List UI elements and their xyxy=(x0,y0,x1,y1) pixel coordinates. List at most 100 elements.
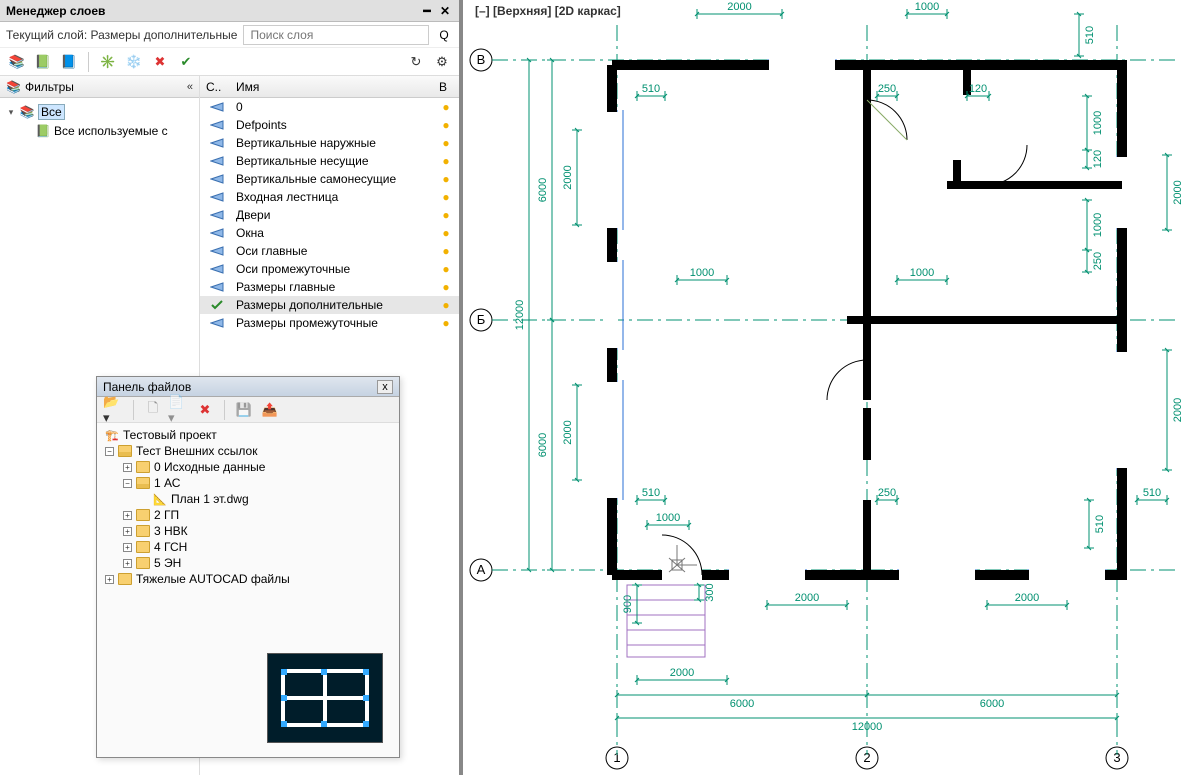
svg-text:1000: 1000 xyxy=(915,1,939,13)
layer-row[interactable]: Размеры главные● xyxy=(200,278,459,296)
filter-used-layers[interactable]: 📗 Все используемые с xyxy=(6,122,193,140)
layer-visibility-icon[interactable]: ● xyxy=(439,244,453,258)
folder-row[interactable]: +3 НВК xyxy=(105,523,391,539)
layer-row[interactable]: Оси промежуточные● xyxy=(200,260,459,278)
layer-visibility-icon[interactable]: ● xyxy=(439,118,453,132)
expand-toggle[interactable]: + xyxy=(123,559,132,568)
layer-name: Вертикальные самонесущие xyxy=(236,172,431,186)
layer-row[interactable]: Двери● xyxy=(200,206,459,224)
refresh-button[interactable]: ↻ xyxy=(405,51,427,73)
layer-states-button[interactable]: 📘 xyxy=(58,51,80,73)
col-status[interactable]: С.. xyxy=(206,80,228,94)
layer-manager-title: Менеджер слоев xyxy=(6,4,417,18)
layer-name: Размеры промежуточные xyxy=(236,316,431,330)
svg-text:12000: 12000 xyxy=(852,721,883,733)
layer-visibility-icon[interactable]: ● xyxy=(439,262,453,276)
svg-text:6000: 6000 xyxy=(730,698,754,710)
settings-button[interactable]: ⚙ xyxy=(431,51,453,73)
group-heavy-autocad[interactable]: + Тяжелые AUTOCAD файлы xyxy=(105,571,391,587)
files-panel-titlebar[interactable]: Панель файлов x xyxy=(97,377,399,397)
layer-row[interactable]: Окна● xyxy=(200,224,459,242)
layer-name: Вертикальные наружные xyxy=(236,136,431,150)
filter-all[interactable]: ▾ 📚 Все xyxy=(6,102,193,122)
layer-row[interactable]: Размеры промежуточные ● xyxy=(200,314,459,332)
search-icon[interactable]: Q xyxy=(435,28,453,42)
layer-name: Вертикальные несущие xyxy=(236,154,431,168)
layer-manager-titlebar[interactable]: Менеджер слоев ━ ✕ xyxy=(0,0,459,22)
expand-toggle[interactable]: + xyxy=(123,543,132,552)
expand-toggle[interactable]: + xyxy=(123,463,132,472)
new-button[interactable]: 🗋 xyxy=(142,399,164,421)
layer-manager-toolbar: 📚 📗 📘 ✳️ ❄️ ✖ ✔ ↻ ⚙ xyxy=(0,48,459,76)
layer-visibility-icon[interactable]: ● xyxy=(439,208,453,222)
layer-row[interactable]: 0● xyxy=(200,98,459,116)
new-layer-button[interactable]: ✳️ xyxy=(97,51,119,73)
files-tree[interactable]: 🏗️ Тестовый проект − Тест Внешних ссылок… xyxy=(97,423,399,623)
new-layer-vp-frozen-button[interactable]: ❄️ xyxy=(123,51,145,73)
set-current-button[interactable]: ✔ xyxy=(175,51,197,73)
file-row[interactable]: 📐План 1 эт.dwg xyxy=(105,491,391,507)
layer-row[interactable]: Вертикальные наружные ● xyxy=(200,134,459,152)
layer-name: Defpoints xyxy=(236,118,431,132)
folder-row[interactable]: +4 ГСН xyxy=(105,539,391,555)
export-button[interactable]: 📤 xyxy=(259,399,281,421)
folder-row[interactable]: −1 АС xyxy=(105,475,391,491)
layer-row[interactable]: Вертикальные самонесущие ● xyxy=(200,170,459,188)
layers-header[interactable]: С.. Имя В xyxy=(200,76,459,98)
minimize-button[interactable]: ━ xyxy=(419,3,435,19)
expand-toggle[interactable]: − xyxy=(123,479,132,488)
folder-row[interactable]: +2 ГП xyxy=(105,507,391,523)
drawing-viewport[interactable]: [–] [Верхняя] [2D каркас] АБВ123 xyxy=(467,0,1194,775)
expand-toggle[interactable]: + xyxy=(105,575,114,584)
filters-collapse-icon[interactable]: « xyxy=(187,81,193,93)
layer-visibility-icon[interactable]: ● xyxy=(439,280,453,294)
expand-toggle[interactable]: − xyxy=(105,447,114,456)
svg-text:1000: 1000 xyxy=(690,267,714,279)
layer-row[interactable]: Оси главные● xyxy=(200,242,459,260)
folder-icon xyxy=(136,509,150,521)
floor-plan-drawing[interactable]: АБВ123 xyxy=(467,0,1194,775)
folder-icon xyxy=(118,573,132,585)
delete-file-button[interactable]: ✖ xyxy=(194,399,216,421)
folder-icon xyxy=(136,477,150,489)
layer-status-icon xyxy=(206,282,228,292)
layer-search-input[interactable] xyxy=(243,25,429,45)
layer-visibility-icon[interactable]: ● xyxy=(439,226,453,240)
layer-visibility-icon[interactable]: ● xyxy=(439,298,453,312)
files-panel-close-button[interactable]: x xyxy=(377,380,393,394)
layer-visibility-icon[interactable]: ● xyxy=(439,154,453,168)
save-button[interactable]: 💾 xyxy=(233,399,255,421)
project-root[interactable]: 🏗️ Тестовый проект xyxy=(105,427,391,443)
expand-toggle[interactable]: + xyxy=(123,527,132,536)
layer-status-icon xyxy=(206,210,228,220)
files-panel-title: Панель файлов xyxy=(103,380,377,394)
layer-visibility-icon[interactable]: ● xyxy=(439,172,453,186)
layer-visibility-icon[interactable]: ● xyxy=(439,136,453,150)
filters-header[interactable]: 📚 Фильтры « xyxy=(0,76,199,98)
svg-text:Б: Б xyxy=(477,312,486,327)
layer-row[interactable]: Вертикальные несущие ● xyxy=(200,152,459,170)
folder-icon xyxy=(136,557,150,569)
folder-row[interactable]: +5 ЭН xyxy=(105,555,391,571)
open-file-button[interactable]: 📂▾ xyxy=(103,399,125,421)
layer-row[interactable]: Defpoints ● xyxy=(200,116,459,134)
svg-text:250: 250 xyxy=(1092,252,1104,270)
layer-visibility-icon[interactable]: ● xyxy=(439,316,453,330)
layer-row[interactable]: Размеры дополнительные● xyxy=(200,296,459,314)
close-button[interactable]: ✕ xyxy=(437,3,453,19)
layer-row[interactable]: Входная лестница● xyxy=(200,188,459,206)
new-group-filter-button[interactable]: 📗 xyxy=(32,51,54,73)
group-external-refs[interactable]: − Тест Внешних ссылок xyxy=(105,443,391,459)
layer-visibility-icon[interactable]: ● xyxy=(439,190,453,204)
svg-text:2000: 2000 xyxy=(727,1,751,13)
col-visible[interactable]: В xyxy=(439,80,453,94)
folder-row[interactable]: +0 Исходные данные xyxy=(105,459,391,475)
layer-visibility-icon[interactable]: ● xyxy=(439,100,453,114)
expand-toggle[interactable]: + xyxy=(123,511,132,520)
new-folder-button[interactable]: 📄▾ xyxy=(168,399,190,421)
delete-layer-button[interactable]: ✖ xyxy=(149,51,171,73)
svg-text:300: 300 xyxy=(704,583,716,601)
col-name[interactable]: Имя xyxy=(236,80,431,94)
files-panel[interactable]: Панель файлов x 📂▾ 🗋 📄▾ ✖ 💾 📤 🏗️ Тестовы… xyxy=(96,376,400,758)
new-property-filter-button[interactable]: 📚 xyxy=(6,51,28,73)
